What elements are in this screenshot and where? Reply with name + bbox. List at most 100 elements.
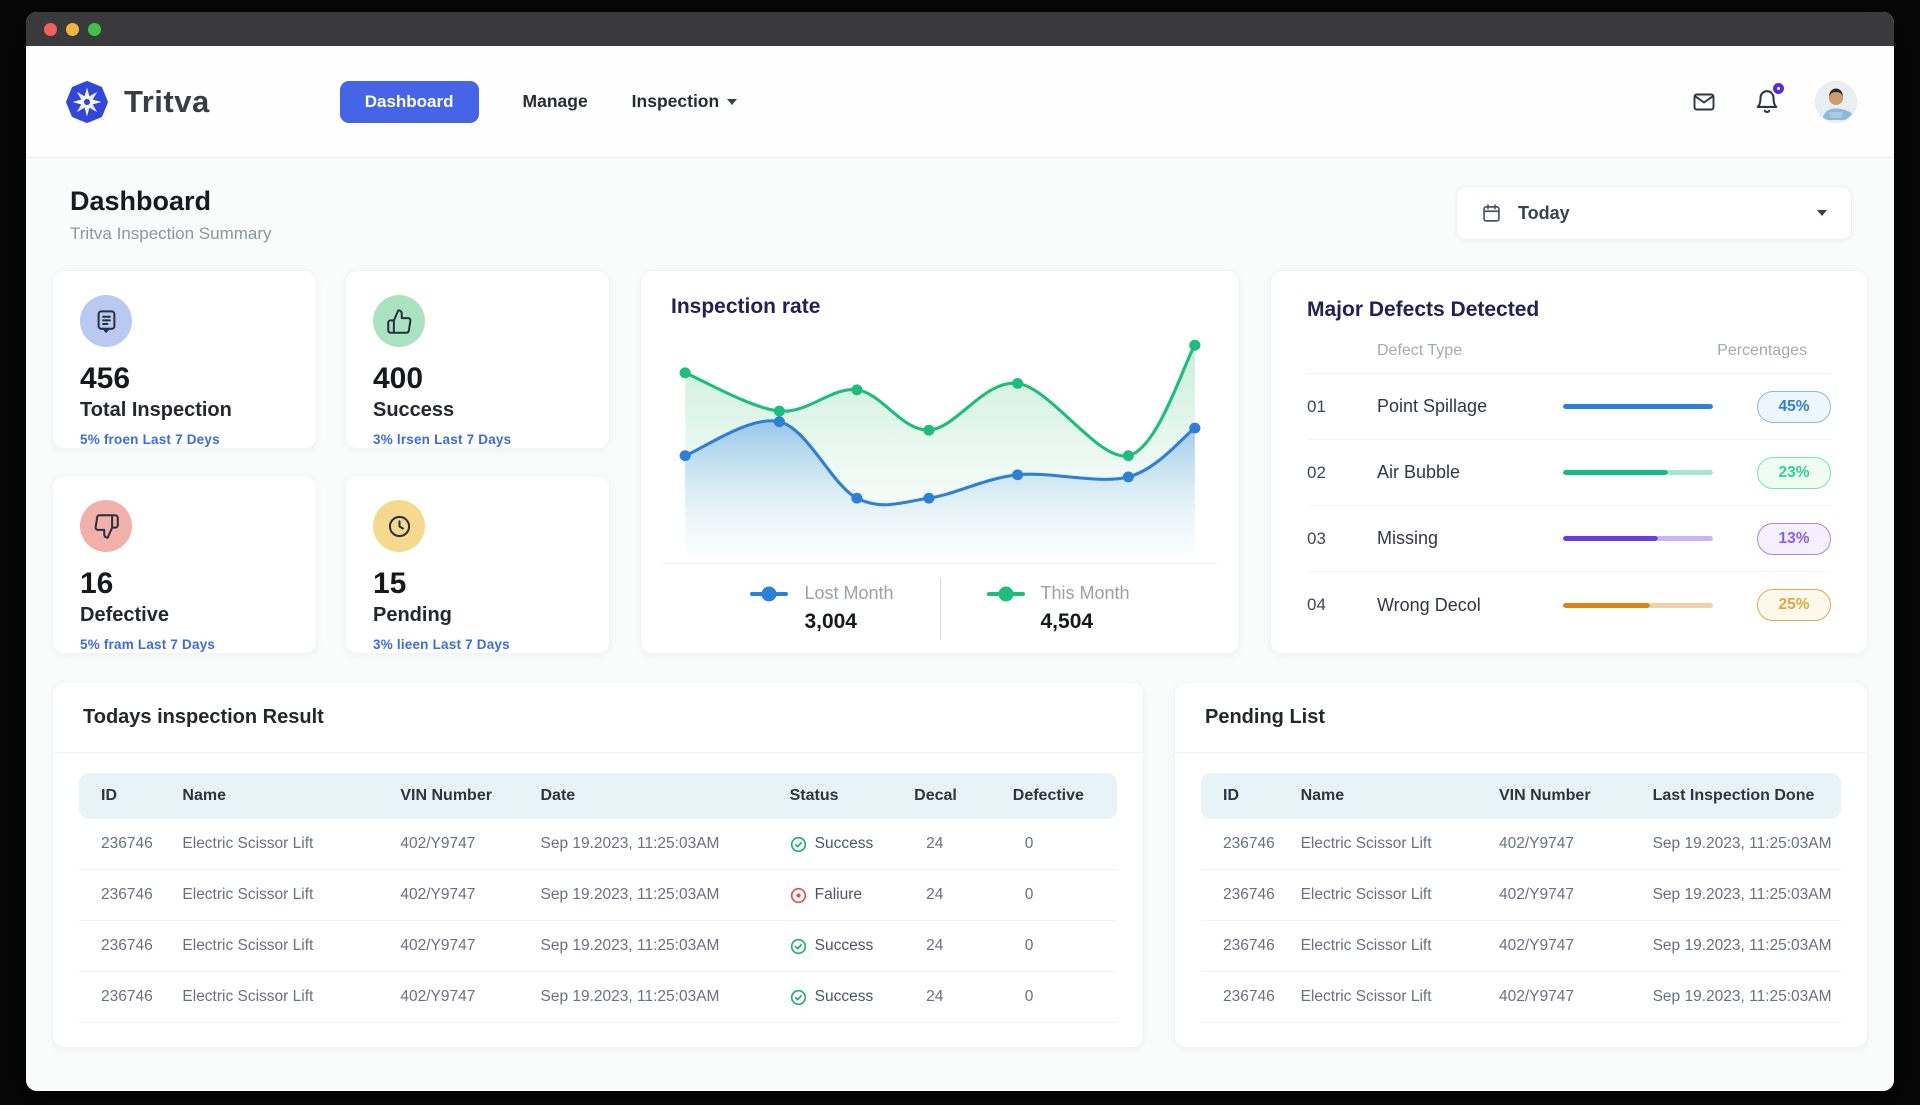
legend-series-name: This Month (1041, 583, 1130, 604)
legend-divider (940, 578, 941, 640)
column-header-id: ID (1201, 773, 1291, 819)
table-row[interactable]: 236746Electric Scissor Lift402/Y9747Sep … (1201, 819, 1841, 870)
stat-trend-text: 3% lrsen Last 7 Days (373, 432, 582, 447)
pending-table-title: Pending List (1175, 683, 1867, 753)
table-row[interactable]: 236746Electric Scissor Lift402/Y9747Sep … (79, 972, 1117, 1023)
legend-series-total: 3,004 (804, 610, 893, 634)
inspection-note-icon (80, 295, 132, 347)
mail-icon[interactable] (1690, 90, 1718, 114)
table-row[interactable]: 236746Electric Scissor Lift402/Y9747Sep … (1201, 972, 1841, 1023)
summary-section: 456Total Inspection5% froen Last 7 Deys4… (26, 248, 1894, 654)
app-content: Tritva Dashboard Manage Inspection (26, 46, 1894, 1091)
table-cell: 236746 (1201, 819, 1291, 870)
defect-progress-bar (1563, 603, 1713, 608)
table-cell: 402/Y9747 (390, 921, 530, 972)
tritva-logo-icon (64, 79, 110, 125)
table-cell: 236746 (1201, 972, 1291, 1023)
defect-number: 02 (1307, 463, 1377, 483)
stat-trend-text: 5% froen Last 7 Deys (80, 432, 289, 447)
table-cell: Electric Scissor Lift (1291, 921, 1489, 972)
table-cell: 0 (1003, 921, 1117, 972)
defect-name: Air Bubble (1377, 462, 1559, 483)
legend-item-this-month: This Month4,504 (987, 583, 1130, 634)
top-navigation: Tritva Dashboard Manage Inspection (26, 46, 1894, 158)
table-row[interactable]: 236746Electric Scissor Lift402/Y9747Sep … (1201, 870, 1841, 921)
table-cell: 236746 (79, 921, 172, 972)
status-cell: Success (780, 819, 905, 870)
date-filter-value: Today (1518, 203, 1570, 224)
table-row[interactable]: 236746Electric Scissor Lift402/Y9747Sep … (79, 870, 1117, 921)
table-cell: 402/Y9747 (390, 972, 530, 1023)
defect-number: 04 (1307, 595, 1377, 615)
close-window-button[interactable] (44, 23, 57, 36)
thumbs-down-icon (80, 500, 132, 552)
table-cell: 402/Y9747 (1489, 819, 1643, 870)
table-row[interactable]: 236746Electric Scissor Lift402/Y9747Sep … (1201, 921, 1841, 972)
chevron-down-icon (1817, 210, 1827, 216)
legend-item-lost-month: Lost Month 3,004 (750, 583, 893, 634)
table-row[interactable]: 236746Electric Scissor Lift402/Y9747Sep … (79, 921, 1117, 972)
column-header-name: Name (1291, 773, 1489, 819)
table-cell: 236746 (1201, 870, 1291, 921)
chart-title: Inspection rate (663, 295, 1217, 319)
user-avatar[interactable] (1816, 82, 1856, 122)
status-cell: Faliure (780, 870, 905, 921)
results-table: IDNameVIN NumberDateStatusDecalDefective… (79, 773, 1117, 1023)
table-cell: 236746 (1201, 921, 1291, 972)
table-cell: 402/Y9747 (1489, 870, 1643, 921)
column-header-date: Date (531, 773, 780, 819)
pending-list-card: Pending List IDNameVIN NumberLast Inspec… (1174, 682, 1868, 1048)
inspection-rate-card: Inspection rate Lost Month 3,004 This Mont… (640, 270, 1240, 654)
defect-number: 01 (1307, 397, 1377, 417)
stat-cards: 456Total Inspection5% froen Last 7 Deys4… (52, 270, 610, 654)
app-window: Tritva Dashboard Manage Inspection (26, 12, 1894, 1091)
minimize-window-button[interactable] (66, 23, 79, 36)
success-icon (790, 836, 807, 853)
inspection-rate-chart (663, 327, 1217, 553)
nav-item-dashboard[interactable]: Dashboard (340, 81, 479, 123)
defect-name: Point Spillage (1377, 396, 1559, 417)
legend-series-name: Lost Month (804, 583, 893, 604)
table-cell: 402/Y9747 (390, 870, 530, 921)
nav-item-inspection[interactable]: Inspection (632, 91, 738, 112)
pending-table: IDNameVIN NumberLast Inspection Done 236… (1201, 773, 1841, 1023)
defect-number: 03 (1307, 529, 1377, 549)
column-header-decal: Decal (904, 773, 1003, 819)
legend-marker-icon (750, 592, 788, 596)
column-header-vin-number: VIN Number (390, 773, 530, 819)
table-row[interactable]: 236746Electric Scissor Lift402/Y9747Sep … (79, 819, 1117, 870)
column-header-last-inspection-done: Last Inspection Done (1643, 773, 1841, 819)
legend-marker-icon (987, 592, 1025, 596)
nav-item-manage[interactable]: Manage (523, 91, 588, 112)
status-label: Success (815, 988, 874, 1006)
table-cell: 0 (1003, 870, 1117, 921)
defects-column-headers: Defect Type Percentages (1307, 342, 1831, 374)
table-cell: 24 (904, 870, 1003, 921)
todays-inspection-result-card: Todays inspection Result IDNameVIN Numbe… (52, 682, 1144, 1048)
defect-percentage-badge: 25% (1757, 589, 1831, 621)
major-defects-card: Major Defects Detected Defect Type Perce… (1270, 270, 1868, 654)
defect-percentage-badge: 23% (1757, 457, 1831, 489)
status-label: Faliure (815, 886, 862, 904)
table-cell: Sep 19.2023, 11:25:03AM (1643, 819, 1841, 870)
table-cell: 0 (1003, 819, 1117, 870)
table-cell: 236746 (79, 870, 172, 921)
table-cell: 402/Y9747 (1489, 921, 1643, 972)
table-cell: Sep 19.2023, 11:25:03AM (531, 870, 780, 921)
bell-icon[interactable] (1754, 88, 1780, 115)
nav-links: Dashboard Manage Inspection (340, 81, 737, 123)
date-filter-dropdown[interactable]: Today (1456, 186, 1852, 240)
defect-type-header: Defect Type (1377, 342, 1462, 360)
table-cell: Electric Scissor Lift (1291, 819, 1489, 870)
stat-trend-text: 3% lieen Last 7 Days (373, 637, 582, 652)
defect-row-air-bubble: 02Air Bubble 23% (1307, 440, 1831, 506)
table-cell: Sep 19.2023, 11:25:03AM (531, 921, 780, 972)
table-cell: 24 (904, 819, 1003, 870)
defect-progress-bar (1563, 536, 1713, 541)
page-title: Dashboard (70, 186, 272, 217)
column-header-defective: Defective (1003, 773, 1117, 819)
maximize-window-button[interactable] (88, 23, 101, 36)
column-header-status: Status (780, 773, 905, 819)
window-titlebar (26, 12, 1894, 46)
status-cell: Success (780, 972, 905, 1023)
